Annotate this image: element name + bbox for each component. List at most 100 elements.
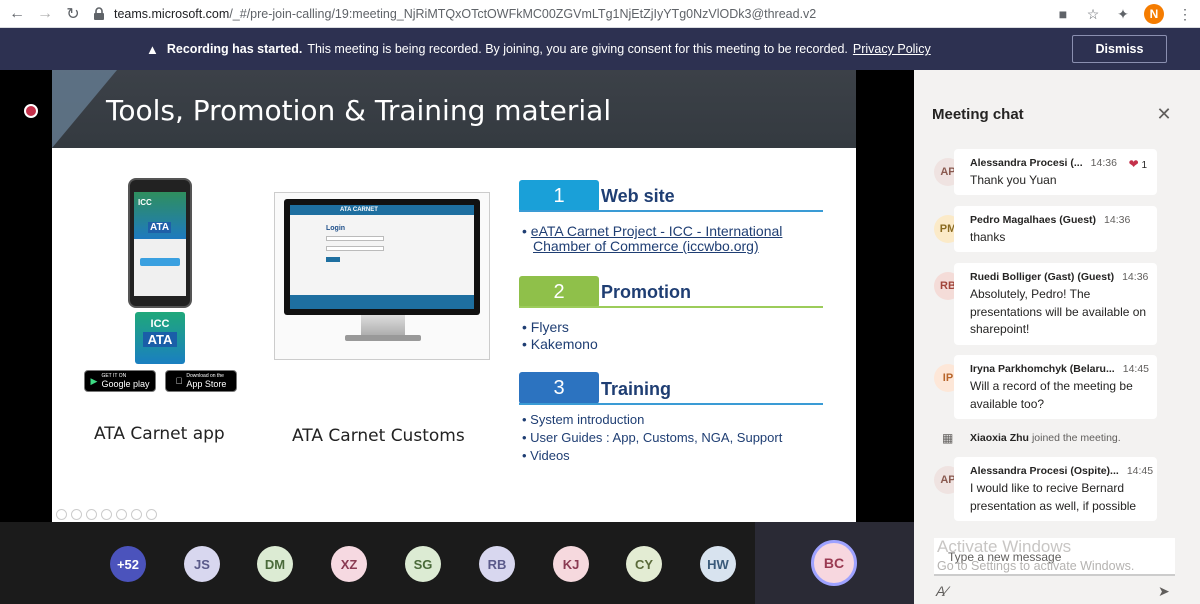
chat-message: Iryna Parkhomchyk (Belaru... 14:45 Will a… (954, 355, 1157, 419)
app-store-badge:  Download on theApp Store (165, 370, 237, 392)
chat-message: Alessandra Procesi (Ospite)... 14:45 I wo… (954, 457, 1157, 521)
message-time: 14:36 (1122, 271, 1149, 283)
participant-avatar[interactable]: CY (626, 546, 662, 582)
message-time: 14:45 (1122, 363, 1150, 375)
section-1-line (519, 210, 823, 212)
promo-item-1-label: Flyers (530, 319, 569, 335)
participant-avatar[interactable]: SG (405, 546, 441, 582)
message-author: Alessandra Procesi (Ospite)... (970, 465, 1119, 477)
participant-avatar[interactable]: DM (257, 546, 293, 582)
recording-indicator-icon (24, 104, 38, 118)
caption-customs: ATA Carnet Customs (292, 426, 465, 446)
profile-avatar[interactable]: N (1144, 4, 1164, 24)
send-icon[interactable]: ➤ (1158, 583, 1170, 600)
web-link-1[interactable]: eATA Carnet Project - ICC - Internationa… (531, 223, 783, 239)
shared-slide: Tools, Promotion & Training material ICC… (52, 70, 856, 522)
url-host: teams.microsoft.com (114, 7, 230, 21)
calendar-icon: ▦ (942, 431, 954, 445)
section-2-title: Promotion (601, 282, 691, 302)
section-3-line (519, 403, 823, 405)
browser-toolbar: ← → ↻ teams.microsoft.com/_#/pre-join-ca… (0, 0, 1200, 28)
promo-item-1: • Flyers (522, 319, 569, 335)
chat-message: Pedro Magalhaes (Guest) 14:36 thanks (954, 206, 1157, 252)
message-author: Iryna Parkhomchyk (Belaru... (970, 363, 1115, 375)
meeting-chat-panel: Meeting chat ✕ AP Alessandra Procesi (..… (914, 70, 1200, 604)
extensions-icon[interactable]: ✦ (1112, 3, 1134, 25)
menu-icon[interactable]: ⋮ (1174, 3, 1196, 25)
phone-icc-text: ICC (138, 198, 152, 207)
google-play-label: Google play (101, 379, 150, 389)
message-text: Thank you Yuan (970, 173, 1057, 187)
compose-box[interactable]: Type a new message (934, 538, 1175, 576)
app-ata-text: ATA (143, 332, 177, 347)
section-2-number: 2 (519, 276, 599, 308)
reload-icon[interactable]: ↻ (62, 3, 84, 25)
training-item-1-label: System introduction (530, 412, 645, 427)
message-time: 14:45 (1126, 465, 1154, 477)
system-text: joined the meeting. (1031, 432, 1121, 444)
heart-icon: ❤ (1128, 157, 1139, 171)
close-icon[interactable]: ✕ (1154, 104, 1174, 124)
app-window: ← → ↻ teams.microsoft.com/_#/pre-join-ca… (0, 0, 1200, 604)
banner-text: This meeting is being recorded. By joini… (307, 42, 848, 56)
message-time: 14:36 (1104, 214, 1131, 226)
message-text: I would like to recive Bernard presentat… (970, 481, 1137, 513)
google-play-badge: ▶ GET IT ON Google play (84, 370, 156, 392)
dismiss-button[interactable]: Dismiss (1072, 35, 1167, 63)
participant-avatar[interactable]: HW (700, 546, 736, 582)
message-author: Pedro Magalhaes (Guest) (970, 214, 1097, 226)
message-time: 14:36 (1090, 157, 1117, 169)
reaction-count: 1 (1141, 160, 1147, 171)
web-link-2[interactable]: Chamber of Commerce (iccwbo.org) (533, 238, 759, 254)
promo-item-2: • Kakemono (522, 336, 598, 352)
star-icon[interactable]: ☆ (1082, 3, 1104, 25)
participant-avatar[interactable]: XZ (331, 546, 367, 582)
message-text: Will a record of the meeting be availabl… (970, 379, 1133, 411)
participant-more-count[interactable]: +52 (110, 546, 146, 582)
apple-icon:  (176, 376, 183, 386)
lock-icon (94, 7, 104, 20)
training-item-3: • Videos (522, 448, 570, 463)
phone-ata-text: ATA (148, 222, 172, 233)
app-store-label: App Store (182, 379, 226, 389)
camera-icon[interactable]: ■ (1052, 3, 1074, 25)
monitor-login: Login (326, 225, 346, 232)
chat-title: Meeting chat (932, 106, 1024, 123)
caption-app: ATA Carnet app (94, 424, 225, 444)
chat-message: Alessandra Procesi (... 14:36 Thank you Y… (954, 149, 1157, 195)
training-item-3-label: Videos (530, 448, 570, 463)
reaction-badge[interactable]: ❤ 1 (1129, 157, 1147, 171)
meeting-stage: Tools, Promotion & Training material ICC… (0, 70, 914, 522)
training-item-2: • User Guides : App, Customs, NGA, Suppo… (522, 430, 783, 445)
slide-toolbar[interactable] (56, 509, 157, 520)
url-path: /_#/pre-join-calling/19:meeting_NjRiMTQx… (229, 7, 817, 21)
message-author: Alessandra Procesi (... (970, 157, 1083, 169)
address-bar[interactable]: teams.microsoft.com/_#/pre-join-calling/… (92, 3, 1102, 25)
phone-image: ICC ATA (128, 178, 192, 308)
participant-strip: +52 JS DM XZ SG RB KJ CY HW BC (0, 522, 914, 604)
privacy-policy-link[interactable]: Privacy Policy (853, 42, 931, 56)
forward-icon[interactable]: → (34, 3, 56, 25)
banner-bold-text: Recording has started. (166, 42, 303, 56)
promo-item-2-label: Kakemono (530, 336, 598, 352)
participant-avatar[interactable]: KJ (553, 546, 589, 582)
training-item-2-label: User Guides : App, Customs, NGA, Support (530, 430, 783, 445)
self-video-tile: BC (755, 522, 914, 604)
message-text: Absolutely, Pedro! The presentations wil… (970, 287, 1147, 336)
section-1-title: Web site (601, 186, 675, 206)
format-icon[interactable]: A⁄ (936, 583, 948, 599)
web-link-bullet[interactable]: • eATA Carnet Project - ICC - Internatio… (522, 223, 782, 239)
self-avatar[interactable]: BC (811, 540, 857, 586)
system-message: ▦ Xiaoxia Zhu joined the meeting. (942, 431, 1121, 445)
participant-avatar[interactable]: RB (479, 546, 515, 582)
section-3-title: Training (601, 379, 672, 399)
monitor-brand: ATA CARNET (290, 205, 474, 215)
back-icon[interactable]: ← (6, 3, 28, 25)
compose-placeholder[interactable]: Type a new message (948, 550, 1061, 564)
web-link-bullet-2[interactable]: Chamber of Commerce (iccwbo.org) (533, 238, 759, 254)
slide-title: Tools, Promotion & Training material (106, 94, 612, 127)
section-1-number: 1 (519, 180, 599, 212)
participant-avatar[interactable]: JS (184, 546, 220, 582)
warning-icon: ▲ (146, 41, 159, 57)
monitor-image: ATA CARNET Login (274, 192, 490, 360)
